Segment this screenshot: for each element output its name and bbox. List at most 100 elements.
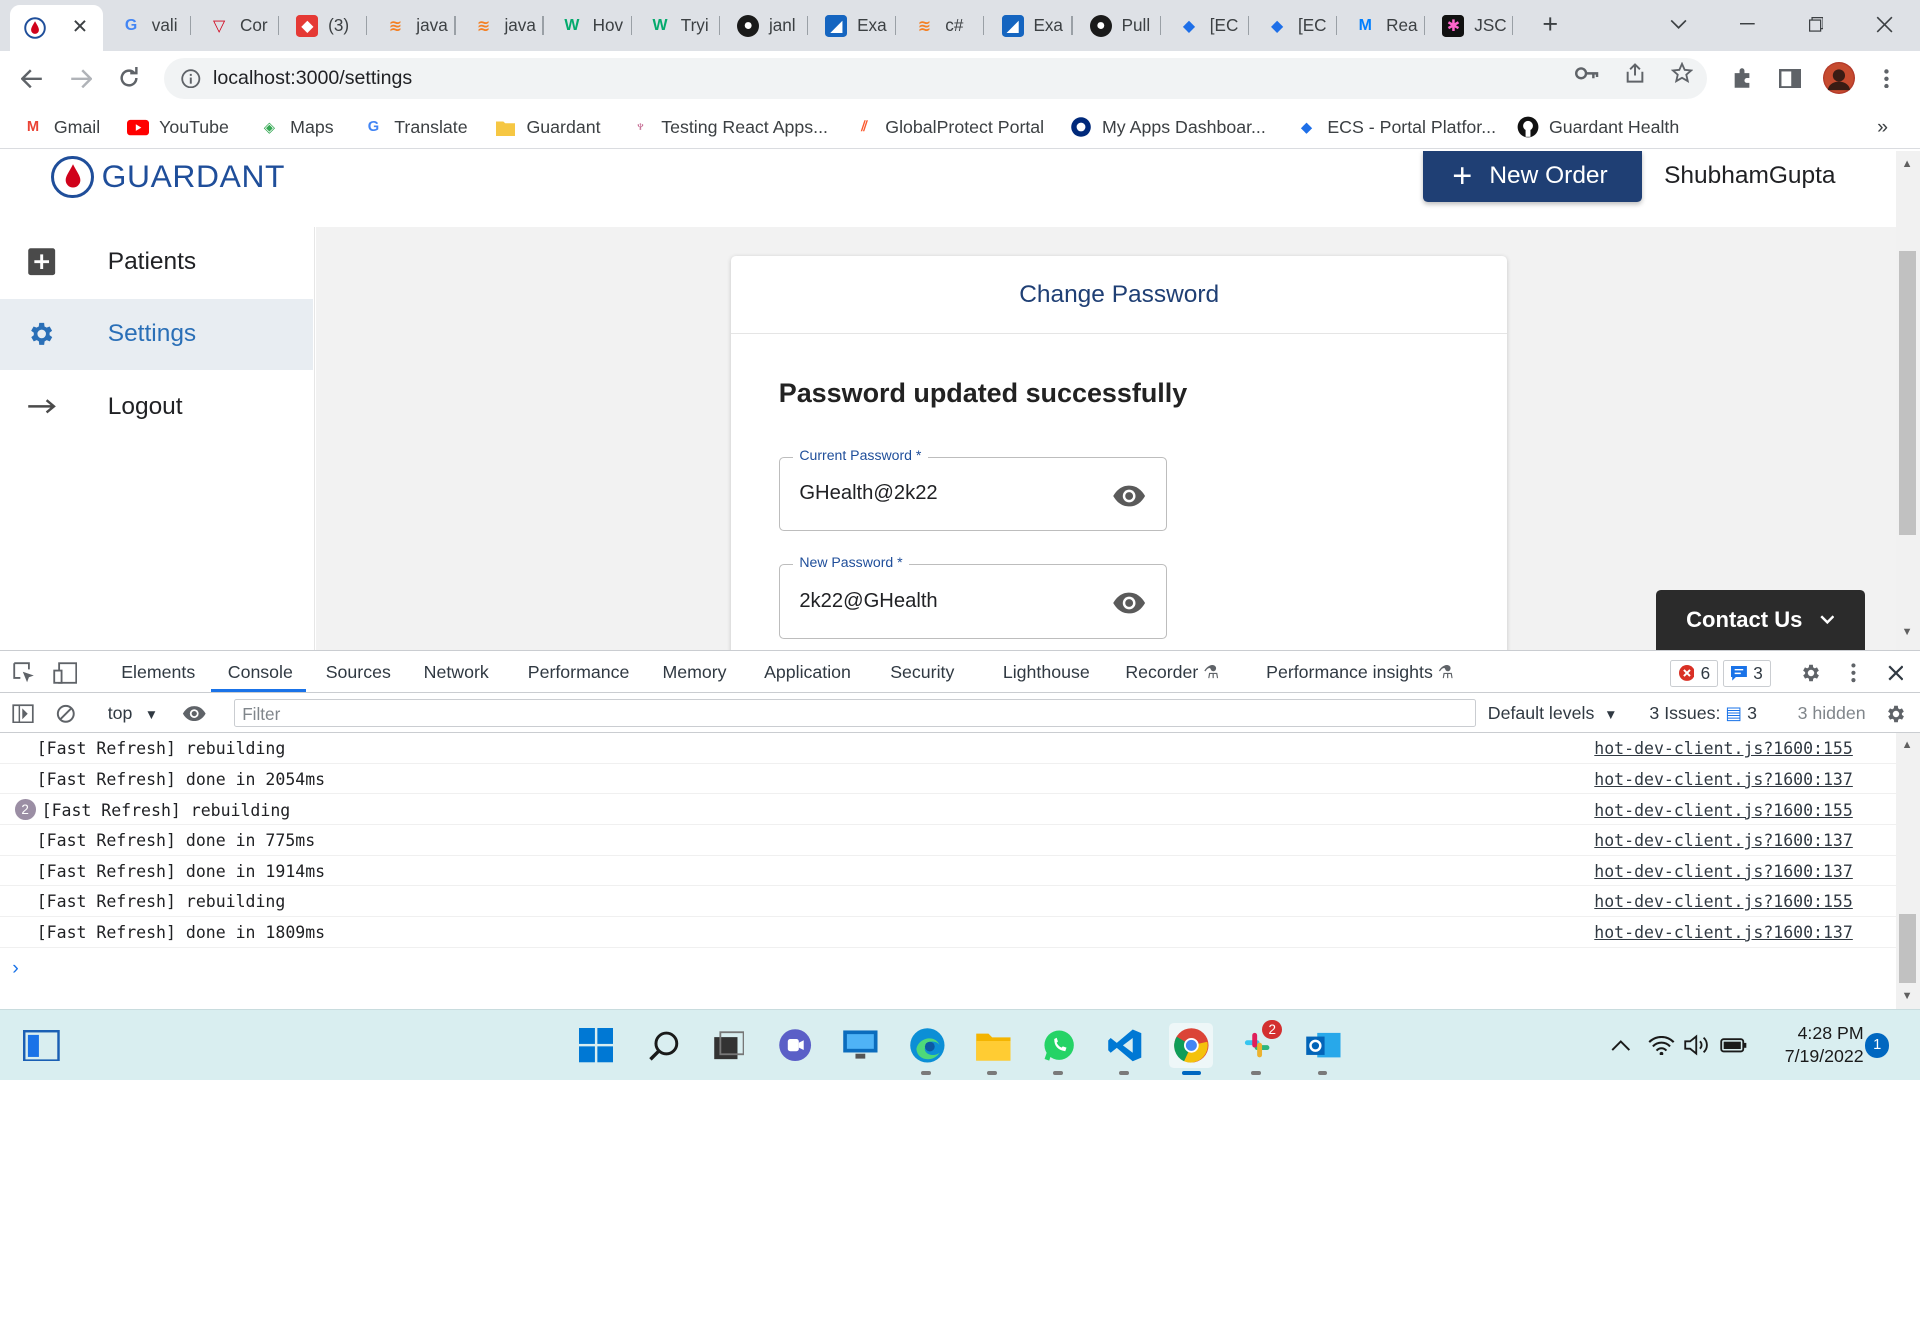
windows-start-icon[interactable] — [574, 1023, 618, 1067]
scrollbar-thumb[interactable] — [1899, 251, 1917, 536]
bookmark-guardant-folder[interactable]: Guardant — [495, 114, 601, 141]
tab-stackoverflow-1[interactable]: ≋ java — [370, 7, 456, 44]
guardant-logo[interactable]: GUARDANT — [51, 155, 285, 199]
more-bookmarks-icon[interactable]: » — [1877, 114, 1888, 141]
vscode-icon[interactable] — [1103, 1023, 1147, 1075]
reload-icon[interactable] — [111, 61, 145, 95]
tab-vercel[interactable]: ▽ Cor — [193, 7, 280, 44]
current-password-value[interactable]: GHealth@2k22 — [799, 482, 937, 505]
devtools-tab-sources[interactable]: Sources — [326, 662, 391, 683]
tab-github-1[interactable]: ● janl — [722, 7, 809, 44]
sidebar-item-patients[interactable]: Patients — [0, 227, 313, 298]
bookmark-maps[interactable]: ◈ Maps — [258, 114, 334, 141]
devtools-tab-elements[interactable]: Elements — [121, 662, 195, 683]
console-filter-input[interactable]: Filter — [233, 698, 1476, 728]
bookmark-youtube[interactable]: YouTube — [127, 114, 229, 141]
console-settings-gear-icon[interactable] — [1882, 700, 1909, 727]
scroll-down-icon[interactable]: ▼ — [1902, 990, 1913, 1002]
volume-icon[interactable] — [1683, 1032, 1711, 1059]
current-password-field[interactable]: Current Password * GHealth@2k22 — [778, 446, 1167, 532]
side-panel-icon[interactable] — [1776, 64, 1805, 93]
bookmark-my-apps[interactable]: My Apps Dashboar... — [1070, 114, 1266, 141]
bookmark-ecs[interactable]: ◆ ECS - Portal Platfor... — [1296, 114, 1496, 141]
tab-ecs-1[interactable]: ◆ [EC — [1163, 7, 1249, 44]
new-tab-button[interactable]: + — [1522, 7, 1578, 41]
tab-google[interactable]: G vali — [105, 7, 191, 44]
close-window-icon[interactable] — [1856, 7, 1912, 41]
back-icon[interactable] — [15, 61, 49, 95]
console-prompt[interactable]: › — [12, 957, 19, 980]
tab-shield[interactable]: ◆ (3) — [282, 7, 368, 44]
tab-search-icon[interactable] — [1651, 7, 1707, 41]
devtools-menu-icon[interactable] — [1840, 660, 1867, 687]
contact-us-button[interactable]: Contact Us — [1655, 590, 1865, 651]
devtools-tab-console[interactable]: Console — [228, 662, 293, 683]
devtools-settings-gear-icon[interactable] — [1798, 660, 1825, 687]
source-link[interactable]: hot-dev-client.js?1600:137 — [1594, 831, 1853, 850]
scroll-up-icon[interactable]: ▲ — [1902, 158, 1913, 170]
scroll-down-icon[interactable]: ▼ — [1902, 626, 1913, 638]
source-link[interactable]: hot-dev-client.js?1600:155 — [1594, 739, 1853, 758]
errors-badge[interactable]: 6 — [1670, 659, 1719, 687]
task-view-icon[interactable] — [20, 1023, 64, 1067]
tab-jsc[interactable]: ✱ JSC — [1428, 7, 1514, 44]
source-link[interactable]: hot-dev-client.js?1600:137 — [1594, 923, 1853, 942]
tab-app-2[interactable]: ◢ Exa — [987, 7, 1073, 44]
chrome-menu-icon[interactable] — [1872, 64, 1901, 93]
new-order-button[interactable]: + New Order — [1422, 150, 1643, 203]
devtools-tab-recorder[interactable]: Recorder ⚗ — [1125, 662, 1219, 683]
whatsapp-icon[interactable] — [1037, 1023, 1081, 1075]
remote-desktop-icon[interactable] — [839, 1023, 883, 1067]
inspect-element-icon[interactable] — [11, 660, 38, 687]
share-icon[interactable] — [1622, 61, 1646, 85]
task-switcher-icon[interactable] — [707, 1023, 751, 1067]
devtools-tab-performance[interactable]: Performance — [528, 662, 630, 683]
log-levels-dropdown[interactable]: Default levels ▼ — [1488, 703, 1618, 724]
tab-w3schools-1[interactable]: W Hov — [546, 7, 632, 44]
close-devtools-icon[interactable] — [1882, 660, 1909, 687]
user-name[interactable]: ShubhamGupta — [1664, 162, 1835, 190]
extensions-icon[interactable] — [1728, 64, 1757, 93]
source-link[interactable]: hot-dev-client.js?1600:155 — [1594, 892, 1853, 911]
tab-stackoverflow-2[interactable]: ≋ java — [458, 7, 544, 44]
devtools-tab-lighthouse[interactable]: Lighthouse — [1003, 662, 1090, 683]
page-scrollbar[interactable]: ▲ ▼ — [1895, 150, 1920, 651]
close-tab-icon[interactable]: ✕ — [72, 15, 88, 39]
forward-icon[interactable] — [64, 61, 98, 95]
file-explorer-icon[interactable] — [971, 1023, 1015, 1075]
site-info-icon[interactable] — [181, 68, 201, 89]
tab-mui[interactable]: M Rea — [1340, 7, 1426, 44]
scroll-up-icon[interactable]: ▲ — [1902, 739, 1913, 751]
eye-icon[interactable] — [1112, 586, 1146, 620]
bookmark-gmail[interactable]: M Gmail — [22, 114, 100, 141]
slack-icon[interactable]: 2 — [1236, 1019, 1283, 1075]
tab-ecs-2[interactable]: ◆ [EC — [1251, 7, 1338, 44]
chevron-up-icon[interactable] — [1608, 1032, 1635, 1059]
chrome-icon[interactable] — [1169, 1023, 1214, 1075]
battery-icon[interactable] — [1720, 1032, 1747, 1059]
bookmark-testing-react[interactable]: ♆ Testing React Apps... — [629, 114, 828, 141]
system-clock[interactable]: 4:28 PM 7/19/2022 — [1751, 1022, 1864, 1069]
devtools-tab-network[interactable]: Network — [424, 662, 489, 683]
scrollbar-thumb[interactable] — [1899, 914, 1917, 984]
restore-icon[interactable] — [1788, 7, 1844, 41]
key-icon[interactable] — [1574, 61, 1599, 85]
source-link[interactable]: hot-dev-client.js?1600:137 — [1594, 770, 1853, 789]
sidebar-item-logout[interactable]: Logout — [0, 371, 313, 442]
minimize-icon[interactable] — [1719, 7, 1775, 41]
notification-badge[interactable]: 1 — [1864, 1033, 1890, 1058]
console-scrollbar[interactable]: ▲ ▼ — [1895, 733, 1920, 1010]
bookmark-translate[interactable]: G Translate — [362, 114, 468, 141]
messages-badge[interactable]: 3 — [1722, 659, 1772, 687]
issues-button[interactable]: 3 Issues: ▤ 3 — [1649, 703, 1757, 724]
tab-app-1[interactable]: ◢ Exa — [811, 7, 897, 44]
outlook-icon[interactable] — [1302, 1023, 1346, 1075]
tab-w3schools-2[interactable]: W Tryi — [634, 7, 720, 44]
new-password-field[interactable]: New Password * 2k22@GHealth — [778, 554, 1167, 640]
tab-stackoverflow-3[interactable]: ≋ c# — [899, 7, 985, 44]
teams-chat-icon[interactable] — [773, 1023, 817, 1067]
address-bar[interactable]: localhost:3000/settings — [164, 57, 1707, 100]
tab-github-2[interactable]: ● Pull — [1075, 7, 1161, 44]
wifi-icon[interactable] — [1648, 1032, 1675, 1059]
bookmark-guardant-health[interactable]: Guardant Health — [1517, 114, 1679, 141]
